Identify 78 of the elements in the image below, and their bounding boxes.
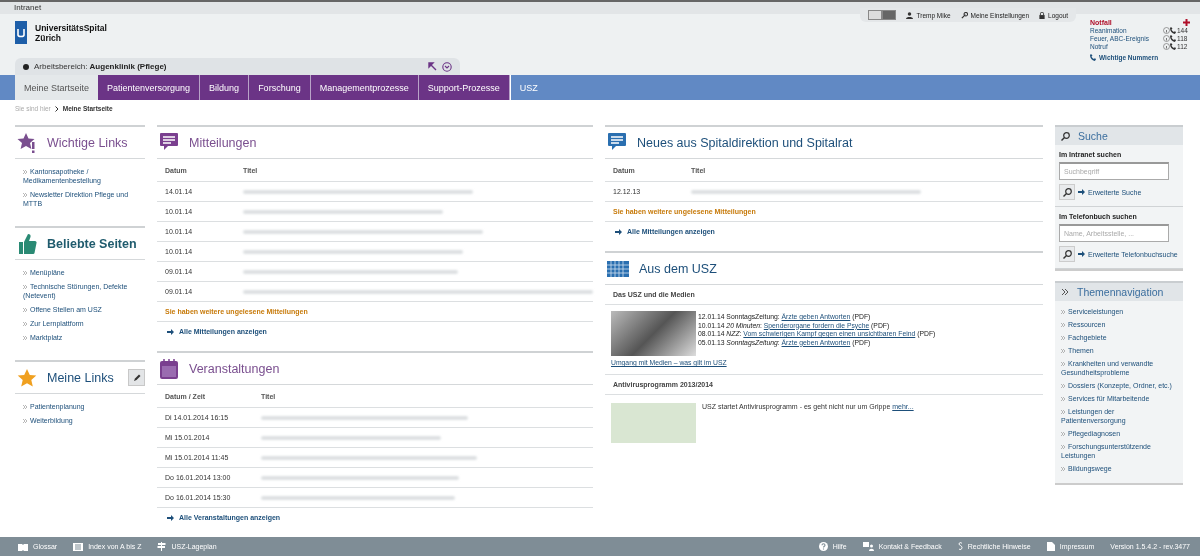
bullet-icon <box>1061 362 1065 367</box>
panel-header: Suche <box>1055 125 1183 145</box>
bullet-icon <box>23 308 27 313</box>
section-title: Neues aus Spitaldirektion und Spitalrat <box>637 135 853 150</box>
bullet-icon <box>23 285 27 290</box>
search-icon <box>1062 249 1072 259</box>
view-toggle[interactable] <box>882 10 897 20</box>
bullet-icon <box>23 271 27 276</box>
building-icon <box>607 259 629 278</box>
bullet-icon <box>1061 397 1065 402</box>
nav-tab[interactable]: Managementprozesse <box>310 75 419 100</box>
arrow-icon <box>1078 189 1085 195</box>
help-icon <box>818 542 828 551</box>
arrow-icon <box>615 228 622 235</box>
nav-tab[interactable]: Bildung <box>200 75 250 100</box>
section-title: Aus dem USZ <box>639 261 717 276</box>
phone-icon <box>1090 54 1096 61</box>
bullet-icon <box>23 170 27 175</box>
info-icon[interactable] <box>1163 27 1170 34</box>
bullet-icon <box>23 193 27 198</box>
nav-tab[interactable]: Support-Prozesse <box>418 75 510 100</box>
bullet-icon <box>1061 410 1065 415</box>
book-icon <box>18 542 28 551</box>
bullet-icon <box>1061 323 1065 328</box>
search-button[interactable] <box>1059 184 1075 200</box>
star-icon <box>17 131 37 154</box>
bullet-icon <box>1061 336 1065 341</box>
dropdown-icon[interactable] <box>442 61 452 72</box>
view-toggle[interactable] <box>868 10 883 20</box>
box-title: Meine Links <box>47 370 114 385</box>
bullet-icon <box>1061 310 1065 315</box>
box-title: Beliebte Seiten <box>47 236 137 251</box>
dot-icon <box>23 63 29 70</box>
document-icon <box>1046 542 1055 551</box>
bullet-icon <box>1061 467 1065 472</box>
search-icon <box>1062 187 1072 197</box>
panel-header: Themennavigation <box>1055 281 1183 301</box>
workspace-label: Arbeitsbereich: Augenklinik (Pflege) <box>34 62 168 71</box>
section-title: Mitteilungen <box>189 135 257 150</box>
bullet-icon <box>23 322 27 327</box>
calendar-icon <box>159 357 179 380</box>
bullet-icon <box>1061 445 1065 450</box>
nav-tab[interactable]: Meine Startseite <box>15 75 99 100</box>
pencil-icon <box>132 373 141 382</box>
logo-icon <box>15 21 27 44</box>
info-icon[interactable] <box>1163 35 1170 42</box>
double-chevron-icon <box>1061 288 1069 296</box>
nav-tab[interactable]: Patientenversorgung <box>98 75 201 100</box>
thumbs-up-icon <box>17 232 37 255</box>
search-icon <box>1061 131 1070 141</box>
box-title: Wichtige Links <box>47 135 128 150</box>
bullet-icon <box>23 405 27 410</box>
wrench-icon <box>960 11 968 19</box>
edit-button[interactable] <box>128 369 145 386</box>
window-title: Intranet <box>0 0 1200 14</box>
arrow-icon <box>167 514 174 521</box>
cross-icon <box>1183 19 1190 26</box>
nav-tab[interactable]: Forschung <box>249 75 311 100</box>
arrow-icon <box>167 328 174 335</box>
paragraph-icon <box>957 542 963 551</box>
bullet-icon <box>23 419 27 424</box>
star-icon <box>17 367 37 388</box>
bullet-icon <box>1061 432 1065 437</box>
search-button[interactable] <box>1059 246 1075 262</box>
signpost-icon <box>157 542 167 551</box>
people-icon <box>862 542 874 551</box>
bullet-icon <box>23 336 27 341</box>
section-title: Veranstaltungen <box>189 361 280 376</box>
info-icon[interactable] <box>1163 43 1170 50</box>
bullet-icon <box>1061 349 1065 354</box>
bullet-icon <box>1061 384 1065 389</box>
pin-icon[interactable] <box>428 62 437 71</box>
user-icon <box>906 11 914 19</box>
chevron-icon <box>54 105 59 112</box>
list-icon <box>73 542 84 551</box>
padlock-icon <box>1039 11 1046 19</box>
arrow-icon <box>1078 251 1085 257</box>
logo-text: UniversitätsSpital Zürich <box>35 22 107 43</box>
